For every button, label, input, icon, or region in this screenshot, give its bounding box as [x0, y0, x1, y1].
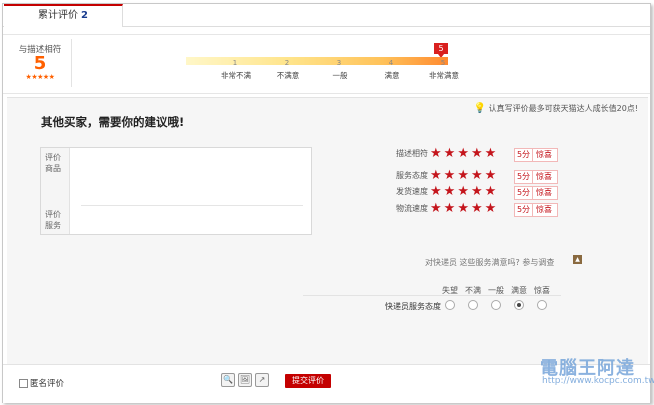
star-icon[interactable]: ★: [457, 169, 469, 182]
lightbulb-icon: 💡: [473, 103, 487, 114]
service-review-textarea[interactable]: [71, 206, 311, 234]
star-icon[interactable]: ★: [457, 202, 469, 215]
product-review-label: 评价 商品: [45, 153, 61, 173]
score-stars: ★★★★★: [25, 73, 55, 81]
star-icon[interactable]: ★: [471, 147, 483, 160]
collapse-icon[interactable]: ▲: [573, 255, 582, 264]
scale-label: 非常满意: [429, 71, 459, 80]
product-review-textarea[interactable]: [71, 148, 311, 204]
rating-label: 描述相符: [396, 149, 428, 158]
star-icon[interactable]: ★: [471, 202, 483, 215]
star-icon[interactable]: ★: [444, 185, 456, 198]
rating-row-description: 描述相符 ★ ★ ★ ★ ★ 5分 惊喜: [347, 147, 607, 162]
scale-tick: 1: [232, 59, 238, 67]
submit-review-button[interactable]: 提交评价: [285, 374, 331, 388]
star-icon[interactable]: ★: [444, 169, 456, 182]
rating-badge: 5分 惊喜: [514, 148, 558, 162]
rating-stars[interactable]: ★ ★ ★ ★ ★: [430, 185, 498, 198]
star-icon[interactable]: ★: [485, 202, 497, 215]
scale-tick: 5: [440, 59, 446, 67]
rating-badge: 5分 惊喜: [514, 186, 558, 200]
courier-survey-link[interactable]: 对快递员 这些服务满意吗? 参与调查: [425, 257, 554, 268]
star-icon[interactable]: ★: [444, 147, 456, 160]
rating-label: 物流速度: [396, 204, 428, 213]
score-scale-bar: [186, 57, 448, 65]
rating-label: 发货速度: [396, 187, 428, 196]
star-icon[interactable]: ★: [430, 185, 442, 198]
tab-bar: 累计评价 2: [3, 4, 650, 27]
rating-stars[interactable]: ★ ★ ★ ★ ★: [430, 147, 498, 160]
tab-count: 2: [81, 10, 88, 21]
radio-satisfied[interactable]: [514, 300, 524, 310]
scale-tick: 4: [388, 59, 394, 67]
scale-label: 一般: [332, 71, 348, 80]
star-icon[interactable]: ★: [430, 169, 442, 182]
radio-disappointed[interactable]: [445, 300, 455, 310]
star-icon[interactable]: ★: [485, 185, 497, 198]
radio-unsatisfied[interactable]: [468, 300, 478, 310]
star-icon[interactable]: ★: [471, 169, 483, 182]
image-search-icon[interactable]: 🔍: [221, 373, 235, 387]
share-icon[interactable]: ↗: [255, 373, 269, 387]
scale-tick: 2: [284, 59, 290, 67]
rating-row-logistics: 物流速度 ★ ★ ★ ★ ★ 5分 惊喜: [347, 202, 607, 217]
radio-average[interactable]: [491, 300, 501, 310]
anonymous-label: 匿名评价: [30, 379, 65, 389]
star-icon[interactable]: ★: [430, 202, 442, 215]
divider: [303, 295, 561, 296]
rating-row-service: 服务态度 ★ ★ ★ ★ ★ 5分 惊喜: [347, 169, 607, 184]
watermark-logo: 電腦王阿達 http://www.kocpc.com.tw: [510, 352, 654, 396]
form-heading: 其他买家，需要你的建议哦!: [41, 115, 185, 129]
tab-label: 累计评价: [38, 10, 79, 21]
scale-label: 非常不满: [221, 71, 251, 80]
score-value: 5: [33, 53, 47, 74]
scale-label: 满意: [384, 71, 400, 80]
rating-row-shipping: 发货速度 ★ ★ ★ ★ ★ 5分 惊喜: [347, 185, 607, 200]
photo-upload-icon[interactable]: 🖼: [238, 373, 252, 387]
scale-label: 不满意: [276, 71, 300, 80]
star-icon[interactable]: ★: [457, 185, 469, 198]
tip-text: 认真写评价最多可获天猫达人成长值20点!: [488, 104, 638, 113]
star-icon[interactable]: ★: [471, 185, 483, 198]
radio-delighted[interactable]: [537, 300, 547, 310]
rating-stars[interactable]: ★ ★ ★ ★ ★: [430, 169, 498, 182]
score-box: 与描述相符 5 ★★★★★: [9, 39, 72, 87]
star-icon[interactable]: ★: [485, 147, 497, 160]
reward-tip: 💡 认真写评价最多可获天猫达人成长值20点!: [474, 103, 638, 114]
courier-attitude-label: 快递员服务态度: [385, 302, 441, 311]
comment-box[interactable]: 评价 商品 评价 服务: [40, 147, 312, 235]
star-icon[interactable]: ★: [444, 202, 456, 215]
score-marker: 5: [434, 43, 448, 58]
star-icon[interactable]: ★: [457, 147, 469, 160]
review-panel: 累计评价 2 与描述相符 5 ★★★★★ 5 1 2 3 4 5 非常不满 不满意…: [2, 3, 651, 403]
star-icon[interactable]: ★: [485, 169, 497, 182]
rating-badge: 5分 惊喜: [514, 203, 558, 217]
anonymous-checkbox[interactable]: 匿名评价: [19, 377, 64, 389]
rating-stars[interactable]: ★ ★ ★ ★ ★: [430, 202, 498, 215]
score-summary: 与描述相符 5 ★★★★★ 5 1 2 3 4 5 非常不满 不满意 一般 满意…: [3, 34, 650, 94]
comment-side-labels: 评价 商品 评价 服务: [41, 148, 70, 234]
star-icon[interactable]: ★: [430, 147, 442, 160]
checkbox-icon[interactable]: [19, 379, 28, 388]
rating-label: 服务态度: [396, 171, 428, 180]
scale-tick: 3: [336, 59, 342, 67]
watermark-url: http://www.kocpc.com.tw: [542, 376, 654, 386]
rating-badge: 5分 惊喜: [514, 170, 558, 184]
tab-cumulative-reviews[interactable]: 累计评价 2: [4, 4, 123, 27]
service-review-label: 评价 服务: [45, 210, 61, 230]
